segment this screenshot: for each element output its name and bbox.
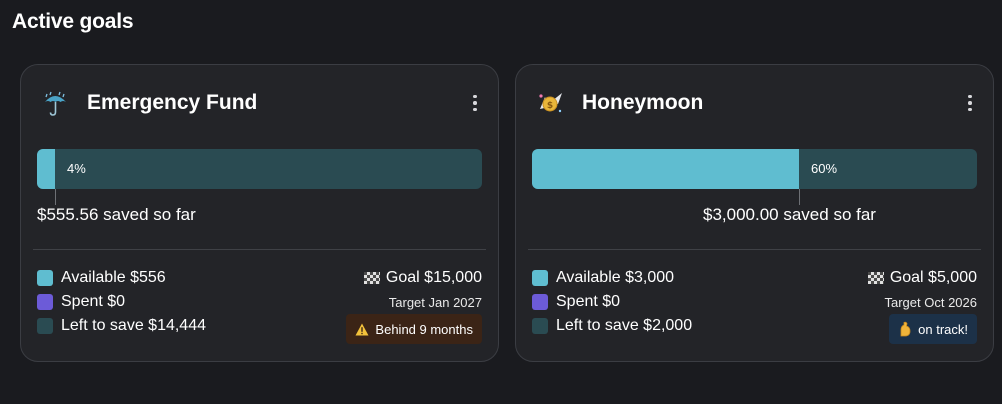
goal-name: Honeymoon (582, 91, 704, 114)
saved-amount: $3,000.00 saved so far (703, 205, 876, 224)
warning-icon (355, 323, 369, 336)
divider (33, 249, 486, 250)
status-text: on track! (918, 321, 968, 337)
checkered-flag-icon (867, 272, 884, 284)
divider (528, 249, 981, 250)
progress-marker (799, 189, 800, 205)
legend-spent: Spent $0 (532, 290, 692, 314)
goal-card-header: $ Honeymoon (534, 85, 977, 121)
progress-bar-fill (532, 149, 799, 189)
goal-amount: Goal $15,000 (385, 269, 482, 286)
status-badge: on track! (889, 314, 977, 344)
status-badge: Behind 9 months (346, 314, 482, 344)
legend-available: Available $3,000 (532, 266, 692, 290)
legend-left-label: Left to save $2,000 (556, 317, 693, 334)
spent-swatch (532, 294, 548, 310)
available-swatch (37, 270, 53, 286)
legend-left-label: Left to save $14,444 (61, 317, 206, 334)
svg-text:$: $ (547, 101, 553, 111)
status-text: Behind 9 months (375, 321, 473, 337)
available-swatch (532, 270, 548, 286)
progress-percent: 60% (811, 161, 838, 176)
legend: Available $556 Spent $0 Left to save $14… (37, 266, 206, 338)
flying-money-icon: $ (534, 87, 566, 119)
target-date: Target Jan 2027 (388, 294, 482, 310)
goal-name: Emergency Fund (87, 91, 258, 114)
page-title: Active goals (12, 10, 134, 33)
legend-spent: Spent $0 (37, 290, 206, 314)
goal-card-honeymoon: $ Honeymoon 60% $3,000.00 saved so far A… (515, 64, 994, 362)
goal-amount: Goal $5,000 (889, 269, 977, 286)
goal-details: Goal $15,000 Target Jan 2027 (363, 266, 482, 314)
flexed-biceps-icon (898, 321, 912, 337)
legend: Available $3,000 Spent $0 Left to save $… (532, 266, 692, 338)
goal-card-header: Emergency Fund (39, 85, 482, 121)
spent-swatch (37, 294, 53, 310)
target-date: Target Oct 2026 (884, 294, 978, 310)
legend-left-to-save: Left to save $2,000 (532, 314, 692, 338)
left-to-save-swatch (532, 318, 548, 334)
legend-spent-label: Spent $0 (61, 293, 126, 310)
progress-percent: 4% (67, 161, 86, 176)
progress-bar-fill (37, 149, 55, 189)
legend-left-to-save: Left to save $14,444 (37, 314, 206, 338)
umbrella-icon (39, 87, 71, 119)
more-options-icon[interactable] (468, 93, 482, 113)
goal-card-emergency-fund: Emergency Fund 4% $555.56 saved so far A… (20, 64, 499, 362)
legend-available: Available $556 (37, 266, 206, 290)
left-to-save-swatch (37, 318, 53, 334)
saved-amount: $555.56 saved so far (37, 205, 196, 224)
progress-bar: 4% (37, 149, 482, 189)
more-options-icon[interactable] (963, 93, 977, 113)
goal-details: Goal $5,000 Target Oct 2026 (867, 266, 978, 314)
legend-available-label: Available $556 (61, 269, 166, 286)
legend-spent-label: Spent $0 (556, 293, 621, 310)
legend-available-label: Available $3,000 (556, 269, 675, 286)
progress-bar: 60% (532, 149, 977, 189)
checkered-flag-icon (363, 272, 380, 284)
progress-marker (55, 189, 56, 205)
